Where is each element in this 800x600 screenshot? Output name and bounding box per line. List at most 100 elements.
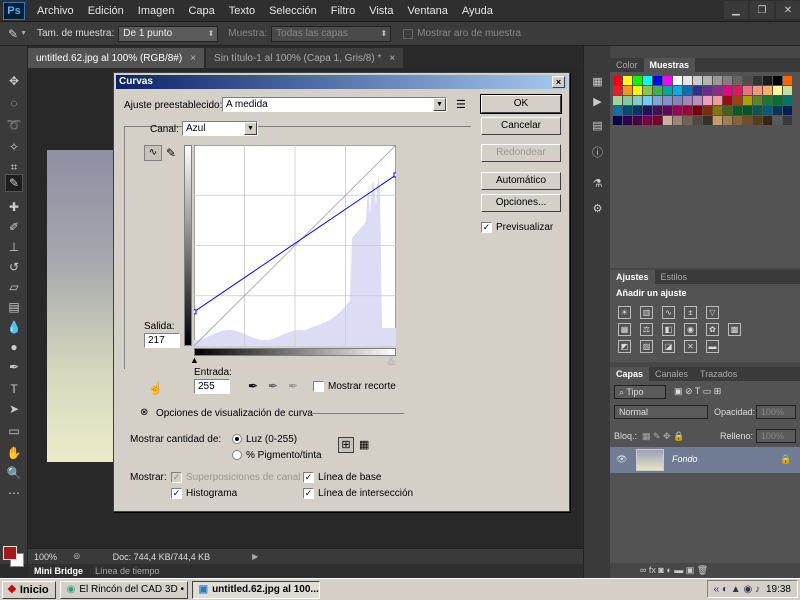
baseline-checkbox[interactable]: ✓ bbox=[303, 472, 314, 483]
swatch[interactable] bbox=[683, 76, 692, 85]
swatch[interactable] bbox=[663, 96, 672, 105]
swatch[interactable] bbox=[773, 86, 782, 95]
swatch[interactable] bbox=[613, 86, 622, 95]
swatch[interactable] bbox=[713, 86, 722, 95]
gradient-tool-icon[interactable]: ▤ bbox=[5, 298, 23, 316]
hand-tool-icon[interactable]: ✋ bbox=[5, 444, 23, 462]
cancel-button[interactable]: Cancelar bbox=[481, 117, 561, 135]
menu-texto[interactable]: Texto bbox=[229, 5, 255, 17]
close-icon[interactable]: ✕ bbox=[776, 1, 800, 19]
collapse-options-icon[interactable]: ⊗ bbox=[140, 407, 148, 418]
tool-preset-chevron-icon[interactable]: ▼ bbox=[20, 30, 27, 37]
brush-panel-icon[interactable]: ▤ bbox=[590, 118, 605, 133]
minimize-icon[interactable]: ▁ bbox=[724, 1, 748, 19]
clone-stamp-tool-icon[interactable]: ⊥ bbox=[5, 238, 23, 256]
channel-select[interactable]: Azul ▼ bbox=[182, 121, 258, 136]
swatch[interactable] bbox=[723, 86, 732, 95]
menu-ventana[interactable]: Ventana bbox=[407, 5, 447, 17]
eyedropper-tool-icon[interactable]: ✎ bbox=[5, 174, 23, 192]
swatch[interactable] bbox=[643, 106, 652, 115]
fill-input[interactable]: 100% bbox=[756, 429, 796, 443]
swatch[interactable] bbox=[693, 96, 702, 105]
swatch[interactable] bbox=[703, 96, 712, 105]
swatch[interactable] bbox=[733, 106, 742, 115]
taskbar-item-photoshop[interactable]: ▣ untitled.62.jpg al 100... bbox=[191, 580, 320, 599]
swatch[interactable] bbox=[743, 116, 752, 125]
menu-edicion[interactable]: Edición bbox=[88, 5, 124, 17]
hue-saturation-icon[interactable]: ▦ bbox=[618, 323, 631, 336]
layer-row-fondo[interactable]: 👁 Fondo 🔒 bbox=[610, 447, 800, 473]
close-icon[interactable]: × bbox=[552, 76, 565, 88]
swatch[interactable] bbox=[683, 106, 692, 115]
path-selection-tool-icon[interactable]: ➤ bbox=[5, 400, 23, 418]
simple-grid-icon[interactable]: ⊞ bbox=[338, 437, 354, 453]
properties-panel-icon[interactable]: ⚙ bbox=[590, 201, 605, 216]
swatch[interactable] bbox=[713, 76, 722, 85]
menu-seleccion[interactable]: Selección bbox=[269, 5, 317, 17]
swatch[interactable] bbox=[783, 76, 792, 85]
swatch[interactable] bbox=[733, 76, 742, 85]
swatch[interactable] bbox=[683, 96, 692, 105]
swatch[interactable] bbox=[763, 106, 772, 115]
swatch[interactable] bbox=[743, 106, 752, 115]
menu-imagen[interactable]: Imagen bbox=[138, 5, 175, 17]
histogram-checkbox[interactable]: ✓ bbox=[171, 488, 182, 499]
status-info-icon[interactable]: ⊚ bbox=[73, 551, 81, 562]
swatch[interactable] bbox=[613, 96, 622, 105]
show-clipping-checkbox[interactable] bbox=[313, 381, 324, 392]
menu-archivo[interactable]: Archivo bbox=[37, 5, 74, 17]
swatch[interactable] bbox=[733, 116, 742, 125]
swatch[interactable] bbox=[773, 96, 782, 105]
swatch[interactable] bbox=[743, 86, 752, 95]
black-eyedropper-icon[interactable]: ✒ bbox=[248, 379, 258, 393]
swatch[interactable] bbox=[763, 116, 772, 125]
white-point-slider-icon[interactable]: △ bbox=[388, 355, 395, 366]
detailed-grid-icon[interactable]: ▦ bbox=[359, 438, 369, 451]
show-ring-checkbox[interactable] bbox=[403, 28, 414, 39]
swatch[interactable] bbox=[723, 116, 732, 125]
swatch[interactable] bbox=[723, 106, 732, 115]
brightness-icon[interactable]: ☀ bbox=[618, 306, 631, 319]
swatch[interactable] bbox=[623, 86, 632, 95]
history-brush-tool-icon[interactable]: ↺ bbox=[5, 258, 23, 276]
blend-mode-select[interactable]: Normal bbox=[614, 405, 708, 419]
zoom-tool-icon[interactable]: 🔍 bbox=[5, 464, 23, 482]
layer-kind-filter[interactable]: ⌕ Tipo bbox=[614, 385, 666, 399]
tab-untitled-62[interactable]: untitled.62.jpg al 100% (RGB/8#) × bbox=[28, 48, 205, 68]
swatch[interactable] bbox=[703, 116, 712, 125]
tray-icons[interactable]: « ◐ ▲ ◉ ♪ bbox=[714, 584, 760, 595]
swatch[interactable] bbox=[673, 86, 682, 95]
swatch[interactable] bbox=[653, 96, 662, 105]
swatch[interactable] bbox=[643, 116, 652, 125]
eraser-tool-icon[interactable]: ▱ bbox=[5, 278, 23, 296]
swatch[interactable] bbox=[693, 106, 702, 115]
swatch[interactable] bbox=[723, 76, 732, 85]
smooth-button[interactable]: Redondear bbox=[481, 144, 561, 162]
move-tool-icon[interactable]: ✥ bbox=[5, 72, 23, 90]
swatch[interactable] bbox=[783, 106, 792, 115]
swatch-grid[interactable] bbox=[613, 76, 792, 125]
swatch[interactable] bbox=[753, 116, 762, 125]
sample-select[interactable]: Todas las capas ⬍ bbox=[271, 25, 392, 42]
swatch[interactable] bbox=[703, 76, 712, 85]
preset-options-icon[interactable]: ☰ bbox=[456, 98, 466, 111]
auto-button[interactable]: Automático bbox=[481, 172, 561, 190]
info-panel-icon[interactable]: ⓘ bbox=[590, 144, 605, 159]
quick-selection-tool-icon[interactable]: ✧ bbox=[5, 138, 23, 156]
swatch[interactable] bbox=[763, 76, 772, 85]
swatch[interactable] bbox=[743, 76, 752, 85]
swatch[interactable] bbox=[643, 96, 652, 105]
taskbar-item-browser[interactable]: ◉ El Rincón del CAD 3D • E... bbox=[59, 580, 188, 599]
levels-icon[interactable]: ▥ bbox=[640, 306, 653, 319]
opacity-input[interactable]: 100% bbox=[756, 405, 796, 419]
color-lookup-icon[interactable]: ▩ bbox=[728, 323, 741, 336]
swatch[interactable] bbox=[743, 96, 752, 105]
swatch[interactable] bbox=[653, 76, 662, 85]
curve-edit-points-icon[interactable]: ∿ bbox=[144, 145, 162, 161]
sample-size-select[interactable]: De 1 punto ⬍ bbox=[118, 25, 219, 42]
tool-presets-icon[interactable]: ⚗ bbox=[590, 176, 605, 191]
close-tab-icon[interactable]: × bbox=[389, 53, 395, 64]
dodge-tool-icon[interactable]: ● bbox=[5, 338, 23, 356]
swatch[interactable] bbox=[613, 76, 622, 85]
invert-icon[interactable]: ◩ bbox=[618, 340, 631, 353]
